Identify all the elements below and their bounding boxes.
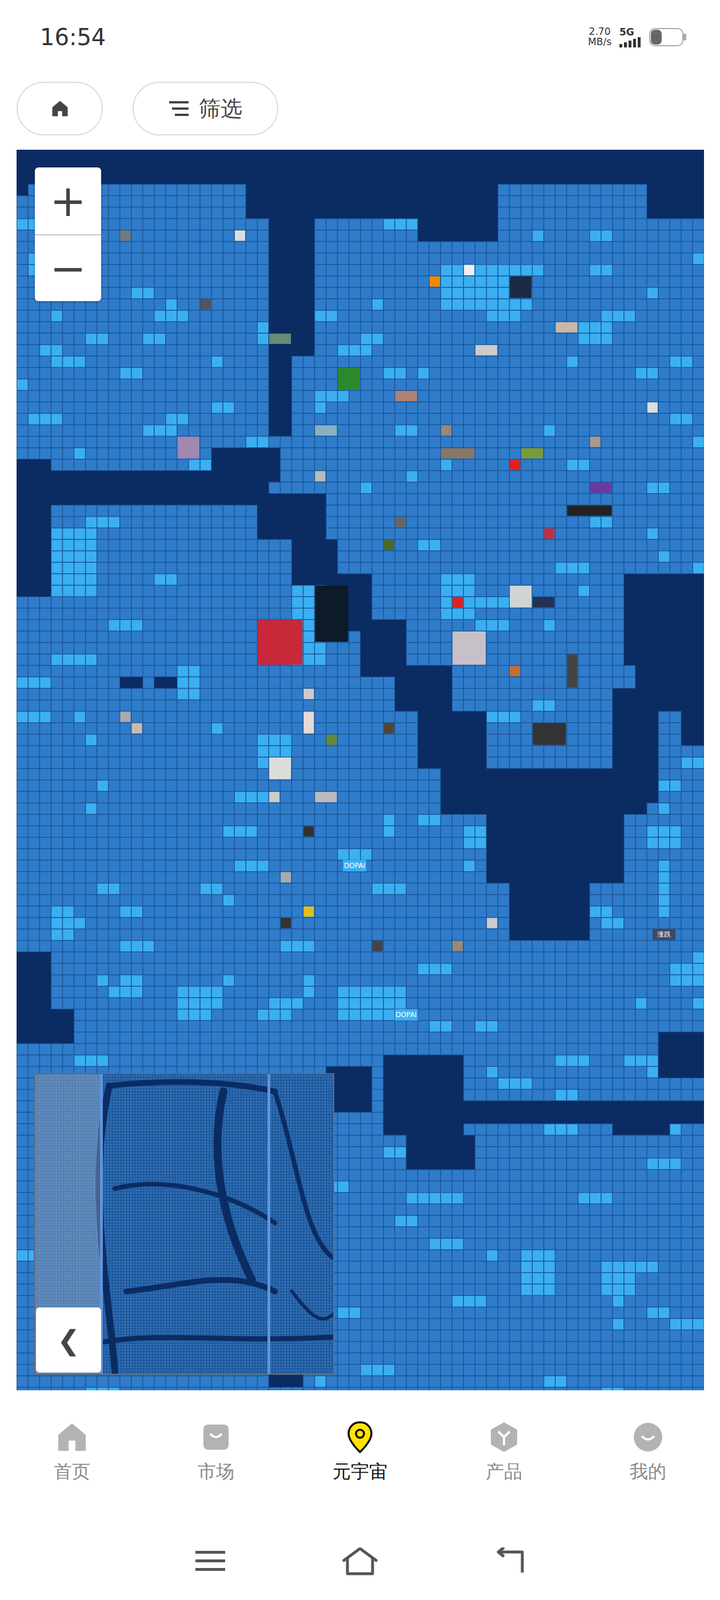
- battery-icon: [649, 28, 687, 47]
- nav-item[interactable]: 元宇宙: [288, 1390, 432, 1522]
- clock: 16:54: [40, 20, 106, 55]
- battery-fill: [650, 29, 662, 45]
- bag-icon: [198, 1420, 234, 1455]
- nav-label: 产品: [485, 1457, 523, 1486]
- filter-label: 筛选: [198, 92, 243, 126]
- pin-icon: [342, 1420, 378, 1455]
- smile-icon: [630, 1420, 666, 1455]
- home-button[interactable]: [16, 81, 103, 136]
- house-icon: [54, 1420, 90, 1455]
- zoom-control: + −: [34, 167, 102, 302]
- toolbar: 筛选: [0, 74, 720, 150]
- minimap[interactable]: ❮: [33, 1073, 335, 1375]
- nav-label: 首页: [53, 1457, 91, 1486]
- hexagon-icon: [486, 1420, 522, 1455]
- signal-icon: [619, 37, 642, 48]
- collapse-button[interactable]: ❮: [36, 1307, 102, 1373]
- nav-label: 我的: [629, 1457, 667, 1486]
- net-speed: 2.70 MB/s: [588, 26, 612, 48]
- network: 5G: [619, 27, 642, 48]
- status-bar: 16:54 2.70 MB/s 5G: [0, 0, 720, 75]
- nav-item[interactable]: 产品: [432, 1390, 576, 1522]
- zoom-in-button[interactable]: +: [34, 167, 102, 235]
- network-type: 5G: [619, 27, 635, 38]
- menu-icon[interactable]: [194, 1548, 227, 1574]
- back-icon[interactable]: [493, 1547, 526, 1575]
- nav-label: 元宇宙: [332, 1457, 388, 1486]
- home-icon[interactable]: [340, 1546, 380, 1576]
- zoom-out-button[interactable]: −: [34, 234, 102, 302]
- system-bar: [0, 1521, 720, 1600]
- map-label[interactable]: DOPAI: [394, 1009, 418, 1021]
- filter-button[interactable]: 筛选: [132, 81, 279, 136]
- nav-item[interactable]: 首页: [0, 1390, 144, 1522]
- nav-label: 市场: [197, 1457, 235, 1486]
- house-icon: [49, 98, 71, 119]
- map-label[interactable]: DOPAI: [342, 860, 366, 872]
- nav-item[interactable]: 市场: [144, 1390, 288, 1522]
- nav-item[interactable]: 我的: [576, 1390, 720, 1522]
- filter-icon: [169, 100, 189, 118]
- speed-unit: MB/s: [588, 37, 612, 48]
- bottom-nav: 首页 市场 元宇宙 产品 我的: [0, 1390, 720, 1522]
- metaverse-map[interactable]: DOPAI DOPAI 涨跌 + − ❮: [16, 149, 704, 1391]
- status-icons: 2.70 MB/s 5G: [588, 26, 687, 48]
- map-label[interactable]: 涨跌: [652, 928, 676, 940]
- speed-value: 2.70: [589, 26, 611, 38]
